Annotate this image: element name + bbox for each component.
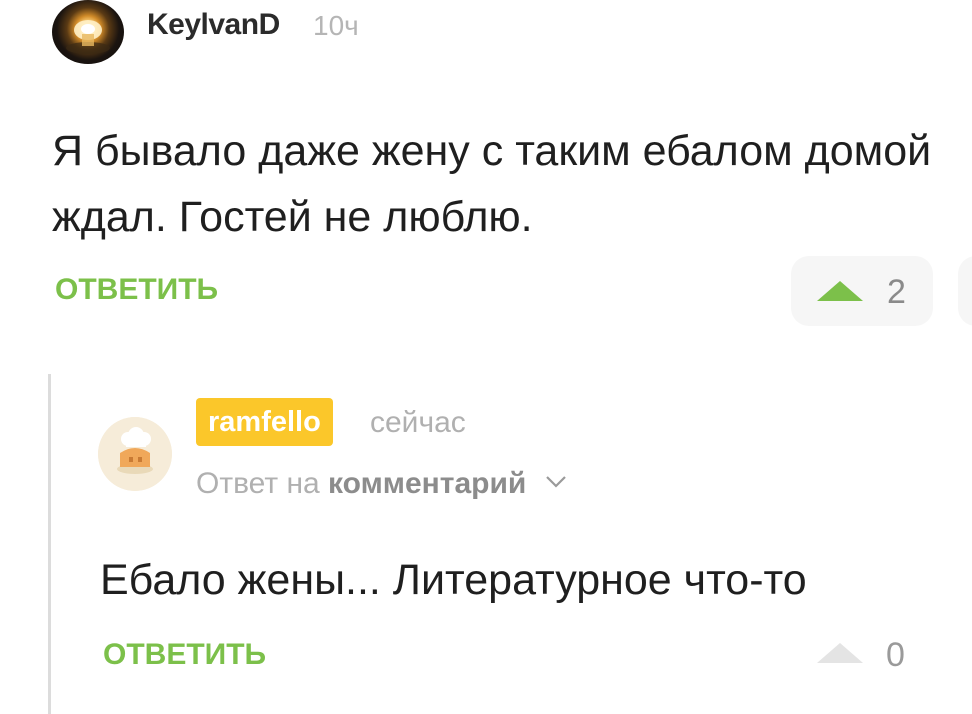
vote-count: 0 <box>886 636 905 674</box>
triangle-up-icon[interactable] <box>817 281 863 301</box>
vote-box: 2 <box>791 256 933 326</box>
avatar-image <box>98 417 172 491</box>
avatar-image <box>66 20 110 54</box>
comment-author[interactable]: KeylvanD <box>147 8 280 42</box>
reply-author[interactable]: ramfello <box>196 398 333 446</box>
reply-to-link[interactable]: комментарий <box>328 467 526 500</box>
reply-button[interactable]: ОТВЕТИТЬ <box>55 273 218 307</box>
reply-button[interactable]: ОТВЕТИТЬ <box>103 638 266 672</box>
reply-to-prefix: Ответ на <box>196 467 320 500</box>
vote-count: 2 <box>887 273 906 311</box>
reply-to: Ответ на комментарий <box>196 467 567 501</box>
avatar[interactable] <box>52 0 124 64</box>
reply-text: Ебало жены... Литературное что-то <box>100 556 807 604</box>
thread-line <box>48 374 51 714</box>
triangle-up-icon[interactable] <box>817 643 863 663</box>
avatar[interactable] <box>98 417 172 491</box>
chevron-down-icon[interactable] <box>545 475 567 489</box>
comment-text: Я бывало даже жену с таким ебалом домой … <box>52 127 932 241</box>
downvote-box-partial[interactable] <box>958 256 972 326</box>
comment-time: 10ч <box>313 10 359 41</box>
reply-time: сейчас <box>370 406 466 439</box>
